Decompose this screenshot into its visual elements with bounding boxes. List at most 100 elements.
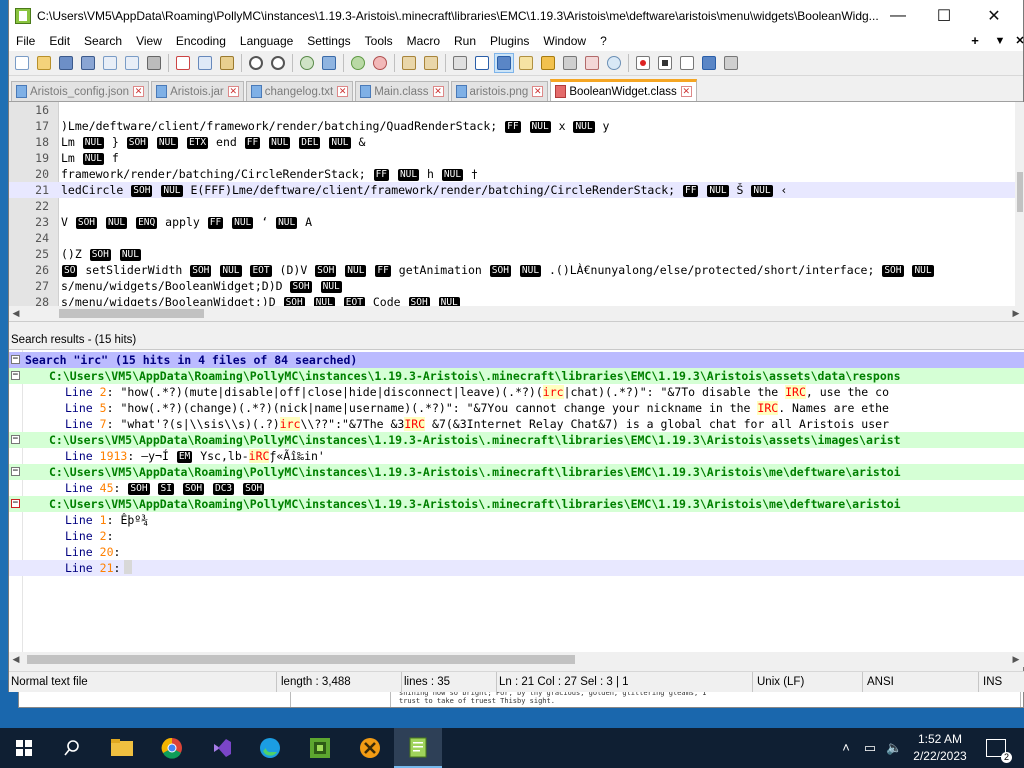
fold-toggle-icon[interactable]: − <box>11 467 20 476</box>
doc-map-icon[interactable] <box>538 53 558 73</box>
search-result-line[interactable]: Line 7: "what'?(s|\\sis\\s)(.?)irc\\??":… <box>9 416 1024 432</box>
editor-line[interactable]: 16 <box>9 102 1015 118</box>
tab-booleanwidget-class[interactable]: BooleanWidget.class ✕ <box>550 79 697 101</box>
menu-window[interactable]: Window <box>536 31 593 51</box>
visual-studio-button[interactable] <box>198 728 246 768</box>
menu-edit[interactable]: Edit <box>42 31 77 51</box>
undo-icon[interactable] <box>246 53 266 73</box>
tab-changelog[interactable]: changelog.txt ✕ <box>245 81 354 101</box>
editor-line[interactable]: 28 s/menu/widgets/BooleanWidget;)D SOH NU… <box>9 294 1015 306</box>
search-file-header[interactable]: − C:\Users\VM5\AppData\Roaming\PollyMC\in… <box>9 432 1024 448</box>
redo-icon[interactable] <box>268 53 288 73</box>
search-result-line[interactable]: Line 2: "how(.*?)(mute|disable|off|close… <box>9 384 1024 400</box>
menu-help[interactable]: ? <box>593 31 614 51</box>
editor-line[interactable]: 22 <box>9 198 1015 214</box>
monitoring-icon[interactable] <box>604 53 624 73</box>
app-button[interactable] <box>346 728 394 768</box>
play-macro-icon[interactable] <box>677 53 697 73</box>
close-icon[interactable] <box>100 53 120 73</box>
editor-line[interactable]: 24 <box>9 230 1015 246</box>
menu-view[interactable]: View <box>129 31 169 51</box>
save-all-icon[interactable] <box>78 53 98 73</box>
start-button[interactable] <box>0 728 48 768</box>
copy-icon[interactable] <box>195 53 215 73</box>
search-file-header[interactable]: − C:\Users\VM5\AppData\Roaming\PollyMC\in… <box>9 464 1024 480</box>
editor-line[interactable]: 21 ledCircle SOH NUL E(FFF)Lme/deftware/c… <box>9 182 1015 198</box>
tab-close-icon[interactable]: ✕ <box>337 86 349 97</box>
clock[interactable]: 1:52 AM 2/22/2023 <box>902 731 978 765</box>
chrome-button[interactable] <box>148 728 196 768</box>
close-all-icon[interactable] <box>122 53 142 73</box>
word-wrap-icon[interactable] <box>450 53 470 73</box>
save-icon[interactable] <box>56 53 76 73</box>
tab-close-icon[interactable]: ✕ <box>432 86 444 97</box>
fold-toggle-icon[interactable]: − <box>11 371 20 380</box>
editor-line[interactable]: 23 V SOH NUL ENQ apply FF NUL ‘ NUL A <box>9 214 1015 230</box>
run-macro-multiple-icon[interactable] <box>699 53 719 73</box>
menu-macro[interactable]: Macro <box>400 31 447 51</box>
search-result-line[interactable]: Line 21: <box>9 560 1024 576</box>
open-file-icon[interactable] <box>34 53 54 73</box>
volume-icon[interactable]: 🔈 <box>886 740 902 756</box>
editor-line[interactable]: 18 Lm NUL } SOH NUL ETX end FF NUL DEL NU… <box>9 134 1015 150</box>
zoom-in-icon[interactable] <box>348 53 368 73</box>
search-button[interactable] <box>48 728 96 768</box>
close-button[interactable]: ✕ <box>971 0 1017 31</box>
folder-workspace-icon[interactable] <box>582 53 602 73</box>
save-macro-icon[interactable] <box>721 53 741 73</box>
search-result-line[interactable]: Line 1: Êþº¾ <box>9 512 1024 528</box>
search-results-panel[interactable]: − Search "irc" (15 hits in 4 files of 84 … <box>9 350 1024 652</box>
new-tab-button[interactable]: + <box>966 31 984 51</box>
sync-vertical-icon[interactable] <box>399 53 419 73</box>
function-list-icon[interactable] <box>560 53 580 73</box>
tab-main-class[interactable]: Main.class ✕ <box>355 81 449 101</box>
menu-tools[interactable]: Tools <box>358 31 400 51</box>
menu-search[interactable]: Search <box>77 31 129 51</box>
search-file-header[interactable]: − C:\Users\VM5\AppData\Roaming\PollyMC\in… <box>9 496 1024 512</box>
search-result-line[interactable]: Line 5: "how(.*?)(change)(.*?)(nick|name… <box>9 400 1024 416</box>
menu-language[interactable]: Language <box>233 31 300 51</box>
editor-line[interactable]: 19 Lm NUL f <box>9 150 1015 166</box>
zoom-out-icon[interactable] <box>370 53 390 73</box>
search-result-line[interactable]: Line 20: <box>9 544 1024 560</box>
close-doc-button[interactable]: ✕ <box>1011 31 1024 51</box>
menu-run[interactable]: Run <box>447 31 483 51</box>
minimize-button[interactable]: — <box>875 0 921 31</box>
print-icon[interactable] <box>144 53 164 73</box>
title-bar[interactable]: C:\Users\VM5\AppData\Roaming\PollyMC\ins… <box>9 0 1023 31</box>
search-result-line[interactable]: Line 1913: —y¬Í EM Ysc,lb-iRCƒ«Ãî‰in' <box>9 448 1024 464</box>
fold-toggle-icon[interactable]: − <box>11 499 20 508</box>
tab-close-icon[interactable]: ✕ <box>133 86 145 97</box>
replace-icon[interactable] <box>319 53 339 73</box>
menu-file[interactable]: File <box>9 31 42 51</box>
notepadpp-taskbar-button[interactable] <box>394 728 442 768</box>
stop-macro-icon[interactable] <box>655 53 675 73</box>
notifications-button[interactable]: 2 <box>976 728 1016 768</box>
editor-line[interactable]: 26 SO setSliderWidth SOH NUL EOT (D)V SOH… <box>9 262 1015 278</box>
results-horizontal-scrollbar[interactable]: ◀ ▶ <box>9 652 1024 667</box>
find-icon[interactable] <box>297 53 317 73</box>
menu-plugins[interactable]: Plugins <box>483 31 536 51</box>
network-icon[interactable]: ▭ <box>862 740 878 756</box>
search-summary[interactable]: − Search "irc" (15 hits in 4 files of 84 … <box>9 352 1024 368</box>
tab-close-icon[interactable]: ✕ <box>532 86 544 97</box>
panel-splitter[interactable] <box>9 321 1024 330</box>
tab-aristois-jar[interactable]: Aristois.jar ✕ <box>151 81 244 101</box>
editor-line[interactable]: 17)Lme/deftware/client/framework/render/… <box>9 118 1015 134</box>
fold-toggle-icon[interactable]: − <box>11 355 20 364</box>
tab-list-button[interactable]: ▼ <box>991 31 1009 51</box>
editor-line[interactable]: 20 framework/render/batching/CircleRender… <box>9 166 1015 182</box>
tab-close-icon[interactable]: ✕ <box>680 86 692 97</box>
editor-line[interactable]: 25 ()Z SOH NUL <box>9 246 1015 262</box>
editor-vertical-scrollbar[interactable] <box>1015 102 1024 306</box>
editor-line[interactable]: 27 s/menu/widgets/BooleanWidget;D)D SOH N… <box>9 278 1015 294</box>
chevron-up-icon[interactable]: ˄ <box>838 740 854 756</box>
show-all-chars-icon[interactable] <box>472 53 492 73</box>
editor-pane[interactable]: 16 17)Lme/deftware/client/framework/rende… <box>9 102 1024 306</box>
menu-settings[interactable]: Settings <box>300 31 357 51</box>
editor-horizontal-scrollbar[interactable]: ◀ ▶ <box>9 306 1024 321</box>
search-file-header[interactable]: − C:\Users\VM5\AppData\Roaming\PollyMC\in… <box>9 368 1024 384</box>
file-explorer-button[interactable] <box>98 728 146 768</box>
tab-aristois-png[interactable]: aristois.png ✕ <box>450 81 549 101</box>
sync-horizontal-icon[interactable] <box>421 53 441 73</box>
